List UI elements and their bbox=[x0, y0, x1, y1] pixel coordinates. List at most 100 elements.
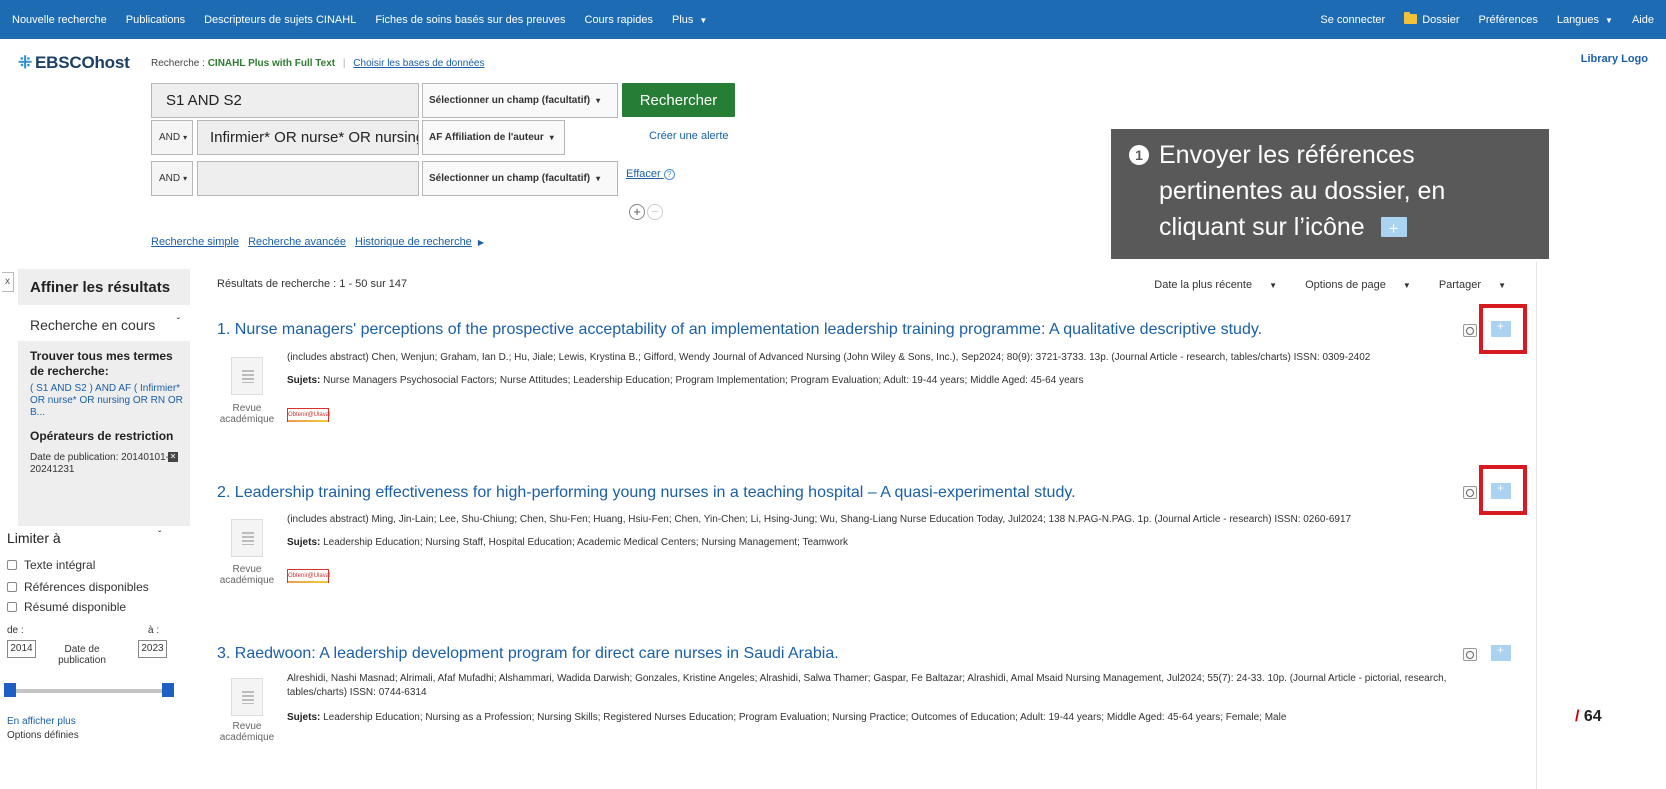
document-icon[interactable] bbox=[231, 519, 263, 557]
collapse-sidebar-icon[interactable]: x bbox=[2, 272, 14, 292]
document-icon[interactable] bbox=[231, 357, 263, 395]
chevron-down-icon[interactable]: ˇ bbox=[158, 530, 161, 541]
nav-evidence-sheets[interactable]: Fiches de soins basés sur des preuves bbox=[375, 14, 565, 26]
caret-down-icon: ▼ bbox=[1402, 281, 1411, 290]
full-text-label: Texte intégral bbox=[24, 558, 96, 572]
search-history-link[interactable]: Historique de recherche bbox=[355, 236, 472, 248]
highlight-box bbox=[1479, 465, 1527, 515]
nav-more-label: Plus bbox=[671, 13, 694, 26]
search-input-2[interactable]: Infirmier* OR nurse* OR nursing OR RI bbox=[197, 120, 419, 155]
date-to-input[interactable]: 2023 bbox=[138, 640, 167, 658]
checkbox[interactable] bbox=[7, 582, 17, 592]
show-more-link[interactable]: En afficher plus bbox=[7, 716, 76, 727]
results-count: Résultats de recherche : 1 - 50 sur 147 bbox=[217, 278, 408, 290]
defined-options-link[interactable]: Options définies bbox=[7, 730, 79, 741]
current-search-box: Trouver tous mes termes de recherche: ( … bbox=[18, 341, 190, 526]
add-to-folder-icon bbox=[1380, 211, 1407, 247]
callout-text-1: Envoyer les références bbox=[1159, 141, 1415, 169]
database-line: Recherche : CINAHL Plus with Full Text |… bbox=[151, 58, 485, 69]
preview-icon[interactable] bbox=[1463, 648, 1477, 661]
choose-databases-link[interactable]: Choisir les bases de données bbox=[353, 58, 484, 69]
field-select-3[interactable]: Sélectionner un champ (facultatif) ▾ bbox=[422, 161, 618, 196]
help-icon[interactable]: ? bbox=[663, 169, 675, 180]
caret-down-icon: ▾ bbox=[183, 174, 188, 183]
caret-down-icon: ▼ bbox=[699, 15, 708, 25]
getit-button[interactable]: Obtenir@Ulaval bbox=[287, 569, 330, 583]
add-row-icon[interactable]: + bbox=[629, 204, 645, 220]
search-label: Recherche : bbox=[151, 58, 205, 69]
field-select-2-label: AF Affiliation de l'auteur bbox=[429, 132, 544, 143]
nav-new-search[interactable]: Nouvelle recherche bbox=[12, 14, 107, 26]
limit-to-header[interactable]: Limiter à bbox=[7, 530, 61, 546]
checkbox[interactable] bbox=[7, 560, 17, 570]
result-item-3: 3. Raedwoon: A leadership development pr… bbox=[217, 645, 1457, 743]
operator-select-2[interactable]: AND ▾ bbox=[151, 120, 193, 155]
result-subjects-1: Sujets: Nurse Managers Psychosocial Fact… bbox=[287, 374, 1487, 388]
caret-down-icon: ▾ bbox=[596, 96, 601, 105]
search-row-3: AND ▾ Sélectionner un champ (facultatif) ▾ bbox=[151, 161, 618, 196]
share-menu[interactable]: Partager ▼ bbox=[1425, 279, 1506, 291]
sort-select[interactable]: Date la plus récente ▼ bbox=[1140, 279, 1277, 291]
result-title-1[interactable]: 1. Nurse managers' perceptions of the pr… bbox=[217, 321, 1457, 339]
nav-publications[interactable]: Publications bbox=[126, 14, 185, 26]
search-input-3[interactable] bbox=[197, 161, 419, 196]
page-options-label: Options de page bbox=[1305, 279, 1386, 291]
result-title-2[interactable]: 2. Leadership training effectiveness for… bbox=[217, 484, 1457, 502]
preview-icon[interactable] bbox=[1463, 324, 1477, 337]
result-number: 1. bbox=[217, 321, 231, 338]
result-meta-1: (includes abstract) Chen, Wenjun; Graham… bbox=[287, 352, 1371, 363]
getit-button[interactable]: Obtenir@Ulaval bbox=[287, 408, 330, 422]
field-select-1-label: Sélectionner un champ (facultatif) bbox=[429, 95, 591, 106]
search-input-1[interactable]: S1 AND S2 bbox=[151, 83, 419, 118]
find-all-terms-label: Trouver tous mes termes de recherche: bbox=[30, 349, 173, 378]
page-options[interactable]: Options de page ▼ bbox=[1291, 279, 1411, 291]
nav-more[interactable]: Plus ▼ bbox=[672, 14, 707, 26]
result-title-3[interactable]: 3. Raedwoon: A leadership development pr… bbox=[217, 645, 1457, 663]
result-subjects-3: Sujets: Leadership Education; Nursing as… bbox=[287, 711, 1487, 725]
page-number-text: 64 bbox=[1583, 708, 1602, 725]
sort-label: Date la plus récente bbox=[1154, 279, 1253, 291]
create-alert-link[interactable]: Créer une alerte bbox=[649, 130, 729, 142]
result-meta-2: (includes abstract) Ming, Jin-Lain; Lee,… bbox=[287, 514, 1352, 525]
nav-quick-lessons[interactable]: Cours rapides bbox=[585, 14, 653, 26]
subjects-text: Nurse Managers Psychosocial Factors; Nur… bbox=[323, 375, 1084, 386]
callout-line-3: cliquant sur l’icône bbox=[1129, 209, 1527, 247]
filter-references[interactable]: Références disponibles bbox=[7, 580, 149, 594]
result-meta-3: Alreshidi, Nashi Masnad; Alrimali, Afaf … bbox=[287, 673, 1447, 698]
search-button[interactable]: Rechercher bbox=[622, 83, 735, 117]
clear-label: Effacer bbox=[626, 168, 661, 180]
triangle-right-icon: ▶ bbox=[477, 238, 484, 247]
operator-select-3[interactable]: AND ▾ bbox=[151, 161, 193, 196]
date-slider-track[interactable] bbox=[10, 689, 172, 693]
slider-handle-start[interactable] bbox=[4, 683, 16, 697]
nav-cinahl-subjects[interactable]: Descripteurs de sujets CINAHL bbox=[204, 14, 356, 26]
nav-help[interactable]: Aide bbox=[1632, 14, 1654, 26]
filter-abstract[interactable]: Résumé disponible bbox=[7, 600, 126, 614]
result-title-text: Raedwoon: A leadership development progr… bbox=[234, 645, 839, 662]
field-select-1[interactable]: Sélectionner un champ (facultatif) ▾ bbox=[422, 83, 618, 118]
date-from-input[interactable]: 2014 bbox=[7, 640, 36, 658]
checkbox[interactable] bbox=[7, 602, 17, 612]
slider-handle-end[interactable] bbox=[162, 683, 174, 697]
advanced-search-link[interactable]: Recherche avancée bbox=[248, 236, 346, 248]
filter-full-text[interactable]: Texte intégral bbox=[7, 558, 95, 572]
nav-sign-in[interactable]: Se connecter bbox=[1320, 14, 1385, 26]
nav-preferences[interactable]: Préférences bbox=[1479, 14, 1538, 26]
nav-folder-label: Dossier bbox=[1422, 13, 1460, 26]
remove-row-icon[interactable]: − bbox=[647, 204, 663, 220]
query-link[interactable]: ( S1 AND S2 ) AND AF ( Infirmier* OR nur… bbox=[30, 383, 184, 419]
separator: | bbox=[342, 58, 346, 69]
remove-filter-icon[interactable]: ✕ bbox=[168, 452, 178, 462]
restrict-operators-label: Opérateurs de restriction bbox=[30, 429, 174, 443]
preview-icon[interactable] bbox=[1463, 486, 1477, 499]
simple-search-link[interactable]: Recherche simple bbox=[151, 236, 239, 248]
document-icon[interactable] bbox=[231, 678, 263, 716]
current-search-header[interactable]: Recherche en cours ˇ bbox=[18, 305, 190, 341]
nav-folder[interactable]: Dossier bbox=[1404, 11, 1460, 26]
nav-languages[interactable]: Langues ▼ bbox=[1557, 14, 1613, 26]
clear-link[interactable]: Effacer ? bbox=[626, 168, 675, 180]
results-toolbar: Date la plus récente ▼ Options de page ▼… bbox=[1126, 279, 1506, 291]
field-select-2[interactable]: AF Affiliation de l'auteur ▾ bbox=[422, 120, 565, 155]
ebscohost-logo[interactable]: ⁜ EBSCOhost bbox=[18, 53, 130, 73]
add-to-folder-icon[interactable] bbox=[1491, 643, 1511, 661]
